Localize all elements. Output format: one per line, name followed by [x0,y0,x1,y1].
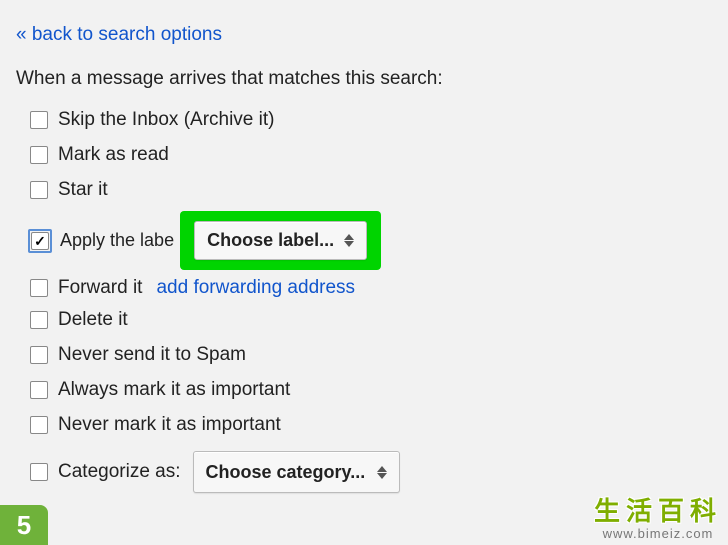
option-skip-inbox: Skip the Inbox (Archive it) [16,106,712,134]
option-mark-read: Mark as read [16,141,712,169]
checkbox-never-important[interactable] [30,416,48,434]
label-apply-label: Apply the labe [60,230,174,251]
checkbox-apply-label[interactable] [31,232,49,250]
back-to-search-link[interactable]: « back to search options [16,24,222,46]
label-never-important: Never mark it as important [58,411,281,439]
label-star-it: Star it [58,176,108,204]
option-delete-it: Delete it [16,306,712,334]
label-categorize: Categorize as: [58,458,181,486]
sort-icon [377,466,387,479]
option-never-spam: Never send it to Spam [16,341,712,369]
label-forward-it: Forward it [58,277,142,299]
checkbox-star-it[interactable] [30,181,48,199]
step-badge: 5 [0,505,48,545]
checkbox-forward-it[interactable] [30,279,48,297]
filter-prompt: When a message arrives that matches this… [16,68,712,90]
choose-label-text: Choose label... [207,230,334,251]
option-apply-label: Apply the labe Choose label... [16,211,712,270]
add-forwarding-link[interactable]: add forwarding address [156,277,355,299]
label-never-spam: Never send it to Spam [58,341,246,369]
sort-icon [344,234,354,247]
label-always-important: Always mark it as important [58,376,290,404]
option-never-important: Never mark it as important [16,411,712,439]
choose-category-text: Choose category... [206,458,366,486]
label-mark-read: Mark as read [58,141,169,169]
option-categorize: Categorize as: Choose category... [16,451,712,493]
label-delete-it: Delete it [58,306,128,334]
checkbox-always-important[interactable] [30,381,48,399]
watermark-url: www.bimeiz.com [594,526,722,541]
checkbox-skip-inbox[interactable] [30,111,48,129]
checkbox-categorize[interactable] [30,463,48,481]
checkbox-mark-read[interactable] [30,146,48,164]
choose-label-dropdown[interactable]: Choose label... [194,221,367,260]
option-forward-it: Forward it add forwarding address [16,277,712,299]
checkbox-delete-it[interactable] [30,311,48,329]
highlight-choose-label: Choose label... [180,211,381,270]
option-always-important: Always mark it as important [16,376,712,404]
label-skip-inbox: Skip the Inbox (Archive it) [58,106,274,134]
option-star-it: Star it [16,176,712,204]
choose-category-dropdown[interactable]: Choose category... [193,451,401,493]
checkbox-never-spam[interactable] [30,346,48,364]
